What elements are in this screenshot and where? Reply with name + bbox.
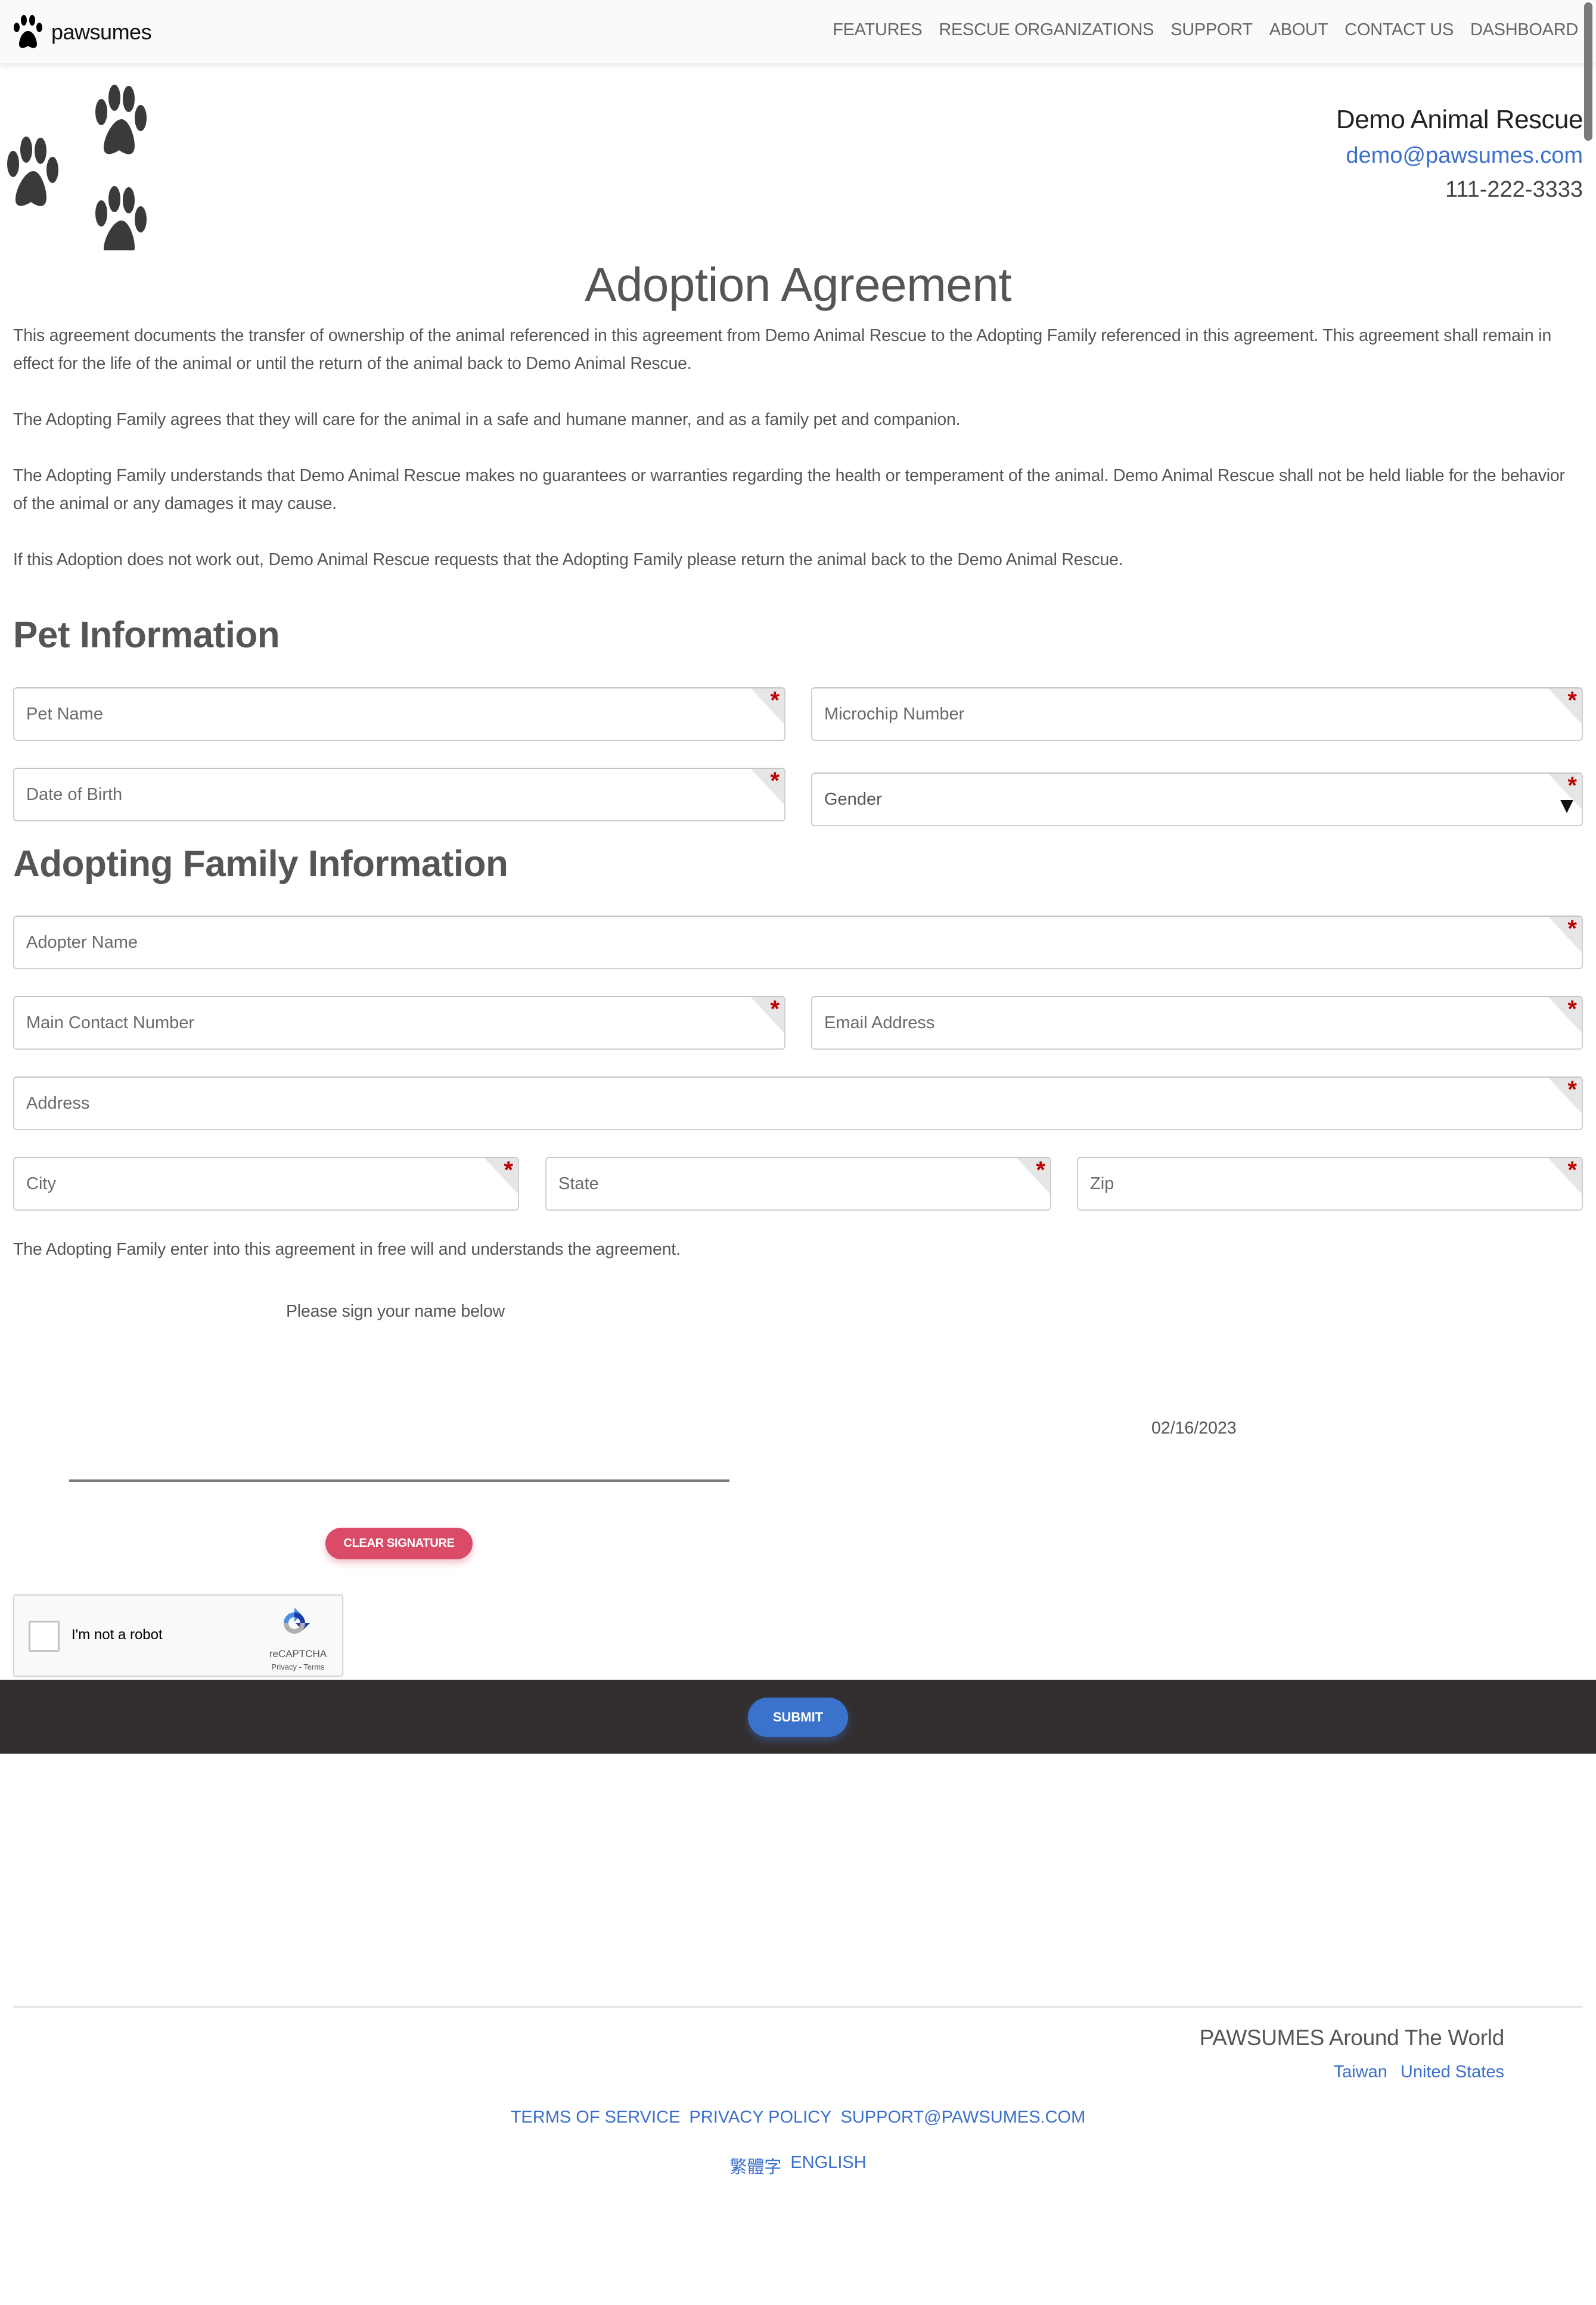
microchip-number-input[interactable]	[812, 688, 1582, 740]
paw-logo-icon	[14, 15, 42, 48]
signature-date: 02/16/2023	[1151, 1419, 1237, 1438]
main-contact-number-field: *	[13, 996, 785, 1050]
country-link-united-states[interactable]: United States	[1401, 2062, 1504, 2082]
recaptcha-logo-icon	[284, 1608, 310, 1634]
signature-line	[69, 1479, 729, 1482]
organization-name: Demo Animal Rescue	[1336, 105, 1583, 134]
chevron-down-icon	[1560, 800, 1573, 813]
submit-button[interactable]: SUBMIT	[748, 1698, 848, 1737]
recaptcha-checkbox[interactable]	[29, 1621, 60, 1652]
gender-select[interactable]: Gender *	[811, 773, 1583, 826]
state-field: *	[545, 1157, 1051, 1211]
microchip-number-field: *	[811, 687, 1583, 741]
footer-language-links: 繁體字 ENGLISH	[0, 2153, 1596, 2178]
organization-email-link[interactable]: demo@pawsumes.com	[1336, 143, 1583, 169]
address-input[interactable]	[14, 1078, 1582, 1129]
recaptcha-terms-link[interactable]: Terms	[303, 1662, 324, 1671]
zip-input[interactable]	[1078, 1158, 1582, 1209]
signature-pad[interactable]	[69, 1329, 729, 1478]
brand-logo-link[interactable]: pawsumes	[12, 14, 152, 50]
nav-link-dashboard[interactable]: DASHBOARD	[1462, 20, 1586, 40]
nav-links: FEATURES RESCUE ORGANIZATIONS SUPPORT AB…	[824, 20, 1586, 40]
email-address-field: *	[811, 996, 1583, 1050]
footer-divider	[13, 2006, 1583, 2008]
signature-prompt: Please sign your name below	[286, 1302, 505, 1321]
adopter-name-field: *	[13, 916, 1583, 969]
language-link-english[interactable]: ENGLISH	[790, 2153, 866, 2178]
adopter-name-input[interactable]	[14, 917, 1582, 968]
organization-phone: 111-222-3333	[1445, 177, 1583, 202]
page-scrollbar[interactable]	[1584, 2, 1592, 141]
pet-name-field: *	[13, 687, 785, 741]
footer-heading: PAWSUMES Around The World	[1199, 2025, 1505, 2050]
language-link-traditional-chinese[interactable]: 繁體字	[729, 2153, 781, 2178]
terms-of-service-link[interactable]: TERMS OF SERVICE	[511, 2108, 681, 2127]
adopting-family-heading: Adopting Family Information	[13, 843, 508, 885]
recaptcha-label: I'm not a robot	[72, 1627, 163, 1643]
main-contact-number-input[interactable]	[14, 997, 784, 1048]
support-email-link[interactable]: SUPPORT@PAWSUMES.COM	[840, 2108, 1085, 2127]
agreement-paragraph: This agreement documents the transfer of…	[13, 326, 1552, 373]
recaptcha-widget: I'm not a robot reCAPTCHA Privacy - Term…	[13, 1594, 343, 1677]
country-link-taiwan[interactable]: Taiwan	[1334, 2062, 1387, 2082]
nav-link-features[interactable]: FEATURES	[824, 20, 930, 40]
date-of-birth-input[interactable]	[14, 769, 784, 820]
brand-name: pawsumes	[51, 20, 152, 44]
gender-select-value[interactable]: Gender	[812, 774, 1582, 825]
recaptcha-brand: reCAPTCHA	[269, 1648, 327, 1659]
nav-link-rescue-organizations[interactable]: RESCUE ORGANIZATIONS	[930, 20, 1162, 40]
agreement-paragraph: The Adopting Family understands that Dem…	[13, 466, 1565, 513]
city-field: *	[13, 1157, 519, 1211]
privacy-policy-link[interactable]: PRIVACY POLICY	[689, 2108, 831, 2127]
paw-prints-icon	[7, 85, 147, 250]
city-input[interactable]	[14, 1158, 518, 1209]
clear-signature-button[interactable]: CLEAR SIGNATURE	[325, 1528, 473, 1559]
state-input[interactable]	[547, 1158, 1050, 1209]
agreement-paragraph: The Adopting Family agrees that they wil…	[13, 410, 961, 429]
pet-information-heading: Pet Information	[13, 615, 280, 656]
recaptcha-separator: -	[296, 1662, 304, 1671]
date-of-birth-field: *	[13, 768, 785, 821]
footer-legal-links: TERMS OF SERVICE PRIVACY POLICY SUPPORT@…	[0, 2108, 1596, 2127]
recaptcha-privacy-link[interactable]: Privacy	[271, 1662, 297, 1671]
top-nav: pawsumes FEATURES RESCUE ORGANIZATIONS S…	[0, 0, 1596, 63]
zip-field: *	[1077, 1157, 1583, 1211]
organization-info: Demo Animal Rescue demo@pawsumes.com 111…	[1336, 105, 1583, 203]
page-title: Adoption Agreement	[585, 258, 1011, 311]
nav-link-about[interactable]: ABOUT	[1261, 20, 1336, 40]
nav-link-contact-us[interactable]: CONTACT US	[1336, 20, 1462, 40]
email-address-input[interactable]	[812, 997, 1582, 1048]
agreement-acknowledgement: The Adopting Family enter into this agre…	[13, 1240, 681, 1259]
pet-name-input[interactable]	[14, 688, 784, 740]
nav-link-support[interactable]: SUPPORT	[1162, 20, 1261, 40]
recaptcha-links: Privacy - Terms	[259, 1662, 337, 1671]
footer-country-links: Taiwan United States	[1334, 2062, 1504, 2082]
address-field: *	[13, 1077, 1583, 1130]
agreement-paragraph: If this Adoption does not work out, Demo…	[13, 550, 1123, 569]
